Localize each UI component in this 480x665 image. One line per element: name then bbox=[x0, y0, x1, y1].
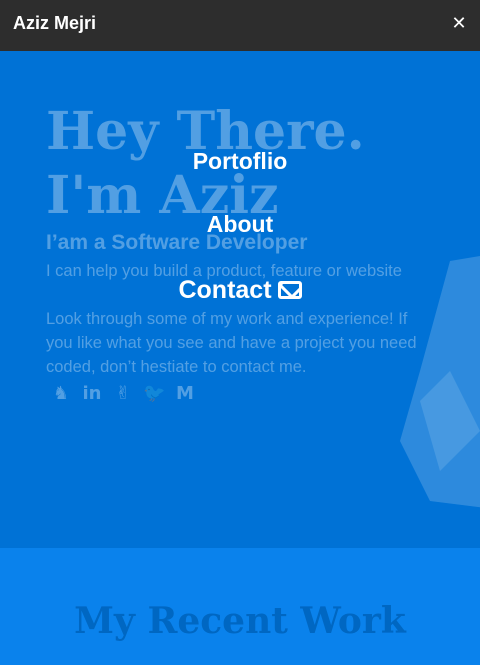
close-menu-button[interactable]: ✕ bbox=[448, 13, 470, 35]
brand-name[interactable]: Aziz Mejri bbox=[13, 13, 96, 34]
menu-item-portfolio[interactable]: Portoflio bbox=[0, 148, 480, 175]
navbar: Aziz Mejri ✕ bbox=[0, 0, 480, 51]
hero-paragraph-2: Look through some of my work and experie… bbox=[46, 310, 417, 376]
close-icon: ✕ bbox=[451, 13, 467, 34]
github-icon[interactable]: ♞ bbox=[50, 383, 72, 405]
menu-item-contact[interactable]: Contact bbox=[0, 276, 480, 305]
recent-work-title: My Recent Work bbox=[74, 600, 406, 642]
linkedin-icon[interactable]: in bbox=[81, 383, 103, 405]
twitter-icon[interactable]: 🐦 bbox=[143, 383, 165, 405]
angellist-icon[interactable]: ✌ bbox=[112, 383, 134, 405]
social-links: ♞ in ✌ 🐦 M bbox=[50, 381, 196, 407]
envelope-icon bbox=[277, 281, 302, 299]
medium-icon[interactable]: M bbox=[174, 383, 196, 405]
menu-item-contact-label: Contact bbox=[178, 276, 272, 304]
menu-item-about[interactable]: About bbox=[0, 211, 480, 238]
recent-work-section: My Recent Work bbox=[0, 548, 480, 665]
